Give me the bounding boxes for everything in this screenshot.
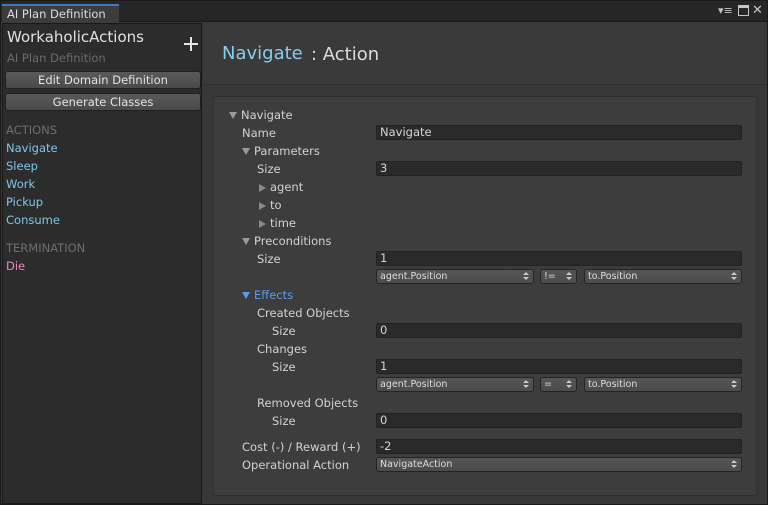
removed-size-label: Size: [272, 414, 296, 428]
sidebar-item-work[interactable]: Work: [6, 177, 35, 191]
close-icon[interactable]: ✕: [752, 4, 764, 17]
parameters-foldout[interactable]: Parameters: [242, 144, 320, 158]
tab-ai-plan-definition[interactable]: AI Plan Definition: [2, 4, 119, 23]
inspector-panel: Navigate Name Navigate Parameters Size 3…: [213, 96, 757, 496]
change-left-dropdown[interactable]: agent.Position: [376, 377, 534, 392]
changes-size-label: Size: [272, 360, 296, 374]
dropdown-arrows-icon: [731, 271, 737, 282]
foldout-collapsed-icon: [259, 184, 266, 192]
dropdown-arrows-icon: [731, 459, 737, 470]
window-menu-icon[interactable]: ▾≡: [718, 5, 734, 17]
parameter-to-foldout[interactable]: to: [259, 198, 282, 212]
action-type-title: : Action: [311, 44, 380, 65]
created-size-label: Size: [272, 324, 296, 338]
removed-size-field[interactable]: 0: [376, 413, 742, 428]
generate-classes-button[interactable]: Generate Classes: [5, 93, 201, 111]
foldout-expanded-icon: [242, 148, 250, 155]
termination-header: TERMINATION: [6, 241, 86, 255]
foldout-collapsed-icon: [259, 202, 266, 210]
sidebar-item-sleep[interactable]: Sleep: [6, 159, 38, 173]
precondition-right-dropdown[interactable]: to.Position: [584, 269, 742, 284]
effects-foldout[interactable]: Effects: [242, 288, 293, 302]
action-name-title: Navigate: [222, 43, 303, 64]
sidebar: WorkaholicActions AI Plan Definition Edi…: [2, 23, 202, 504]
dropdown-arrows-icon: [731, 379, 737, 390]
foldout-expanded-icon: [229, 112, 237, 119]
parameter-time-foldout[interactable]: time: [259, 216, 296, 230]
actions-header: ACTIONS: [6, 123, 58, 137]
preconditions-foldout[interactable]: Preconditions: [242, 234, 331, 248]
preconditions-size-label: Size: [257, 252, 281, 266]
parameters-size-label: Size: [257, 162, 281, 176]
operational-action-dropdown[interactable]: NavigateAction: [376, 457, 742, 472]
operational-action-label: Operational Action: [242, 458, 350, 472]
main-panel: Navigate : Action Navigate Name Navigate…: [203, 23, 767, 504]
change-operator-dropdown[interactable]: =: [540, 377, 577, 392]
dropdown-arrows-icon: [566, 271, 572, 282]
name-label: Name: [242, 126, 276, 140]
preconditions-size-field[interactable]: 1: [376, 251, 742, 266]
reward-label: Cost (-) / Reward (+): [242, 440, 361, 454]
foldout-collapsed-icon: [259, 220, 266, 228]
change-right-dropdown[interactable]: to.Position: [584, 377, 742, 392]
created-size-field[interactable]: 0: [376, 323, 742, 338]
navigate-foldout[interactable]: Navigate: [229, 108, 293, 122]
sidebar-item-navigate[interactable]: Navigate: [6, 141, 58, 155]
parameters-size-field[interactable]: 3: [376, 161, 742, 176]
edit-domain-button[interactable]: Edit Domain Definition: [5, 71, 201, 89]
sidebar-item-die[interactable]: Die: [6, 259, 25, 273]
removed-objects-label: Removed Objects: [257, 396, 359, 410]
sidebar-item-pickup[interactable]: Pickup: [6, 195, 43, 209]
changes-label: Changes: [257, 342, 308, 356]
dropdown-arrows-icon: [523, 271, 529, 282]
sidebar-item-consume[interactable]: Consume: [6, 213, 60, 227]
foldout-expanded-icon: [242, 292, 250, 299]
reward-field[interactable]: -2: [376, 439, 742, 454]
dropdown-arrows-icon: [523, 379, 529, 390]
plan-subtitle: AI Plan Definition: [7, 51, 106, 65]
ai-plan-definition-window: AI Plan Definition ▾≡ ✕ WorkaholicAction…: [0, 0, 768, 505]
parameter-agent-foldout[interactable]: agent: [259, 180, 303, 194]
dropdown-arrows-icon: [566, 379, 572, 390]
plan-title: WorkaholicActions: [7, 28, 144, 46]
name-field[interactable]: Navigate: [376, 125, 742, 140]
foldout-expanded-icon: [242, 238, 250, 245]
precondition-operator-dropdown[interactable]: !=: [540, 269, 577, 284]
tab-strip: AI Plan Definition ▾≡ ✕: [1, 1, 767, 23]
page-header: Navigate : Action: [203, 23, 767, 85]
precondition-left-dropdown[interactable]: agent.Position: [376, 269, 534, 284]
maximize-icon[interactable]: [738, 5, 749, 16]
created-objects-label: Created Objects: [257, 306, 350, 320]
changes-size-field[interactable]: 1: [376, 359, 742, 374]
add-icon[interactable]: [183, 36, 199, 52]
